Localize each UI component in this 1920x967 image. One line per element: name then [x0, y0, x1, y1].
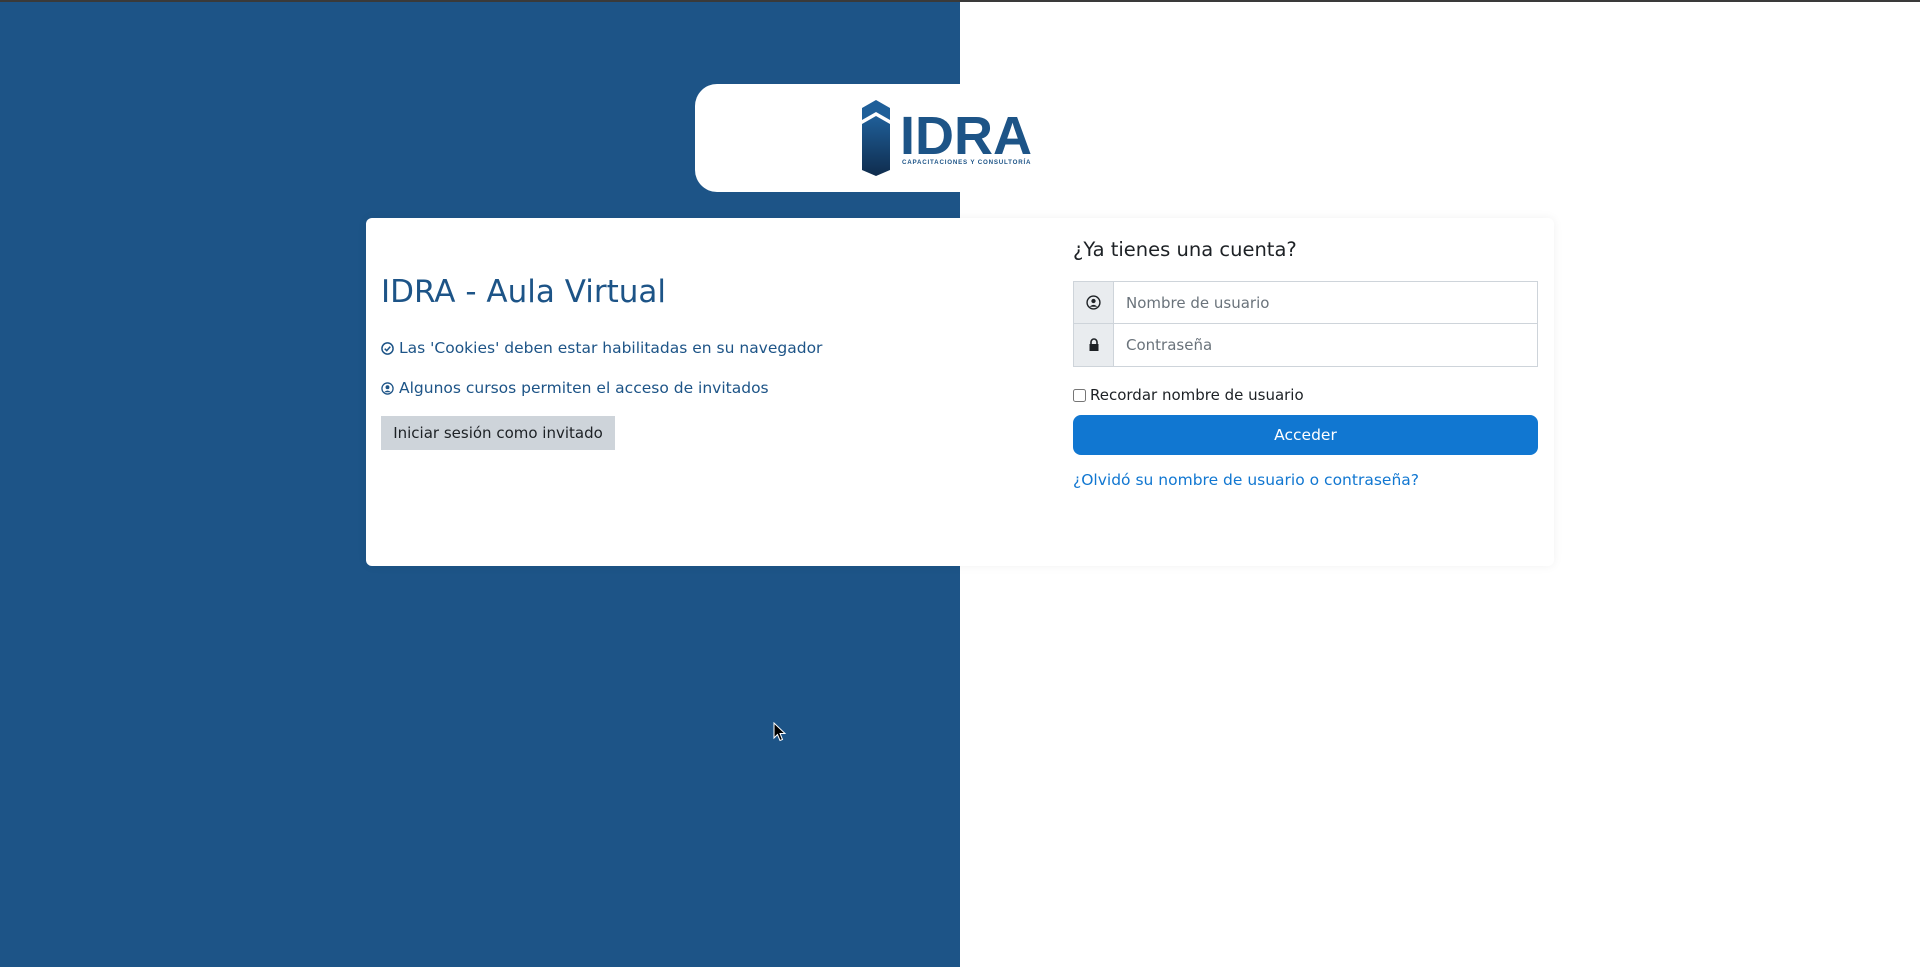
logo-tagline: CAPACITACIONES Y CONSULTORÍA	[902, 158, 1031, 166]
username-input[interactable]	[1114, 282, 1537, 323]
mouse-pointer-icon	[773, 722, 787, 742]
login-page: IDRA CAPACITACIONES Y CONSULTORÍA IDRA -…	[0, 0, 1920, 967]
lock-icon	[1089, 338, 1098, 351]
login-button[interactable]: Acceder	[1073, 415, 1538, 455]
page-title: IDRA - Aula Virtual	[381, 274, 667, 310]
password-input[interactable]	[1114, 324, 1537, 366]
forgot-credentials-link[interactable]: ¿Olvidó su nombre de usuario o contraseñ…	[1073, 471, 1419, 489]
user-icon	[1086, 295, 1101, 310]
password-field-group	[1073, 324, 1538, 367]
idra-logo: IDRA CAPACITACIONES Y CONSULTORÍA	[862, 100, 1032, 176]
cookies-notice: Las 'Cookies' deben estar habilitadas en…	[381, 339, 822, 357]
username-addon	[1074, 282, 1114, 323]
remember-username[interactable]: Recordar nombre de usuario	[1073, 386, 1304, 404]
remember-username-label: Recordar nombre de usuario	[1090, 386, 1304, 404]
guest-notice-text: Algunos cursos permiten el acceso de inv…	[399, 379, 769, 397]
login-card: IDRA - Aula Virtual Las 'Cookies' deben …	[366, 218, 1554, 566]
login-heading: ¿Ya tienes una cuenta?	[1073, 238, 1297, 261]
password-addon	[1074, 324, 1114, 366]
guest-notice: Algunos cursos permiten el acceso de inv…	[381, 379, 769, 397]
user-circle-icon	[381, 381, 394, 395]
logo-wordmark: IDRA	[900, 106, 1032, 166]
remember-username-checkbox[interactable]	[1073, 388, 1086, 402]
check-circle-icon	[381, 341, 394, 355]
guest-login-button[interactable]: Iniciar sesión como invitado	[381, 416, 615, 450]
username-field-group	[1073, 281, 1538, 324]
cookies-notice-text: Las 'Cookies' deben estar habilitadas en…	[399, 339, 823, 357]
